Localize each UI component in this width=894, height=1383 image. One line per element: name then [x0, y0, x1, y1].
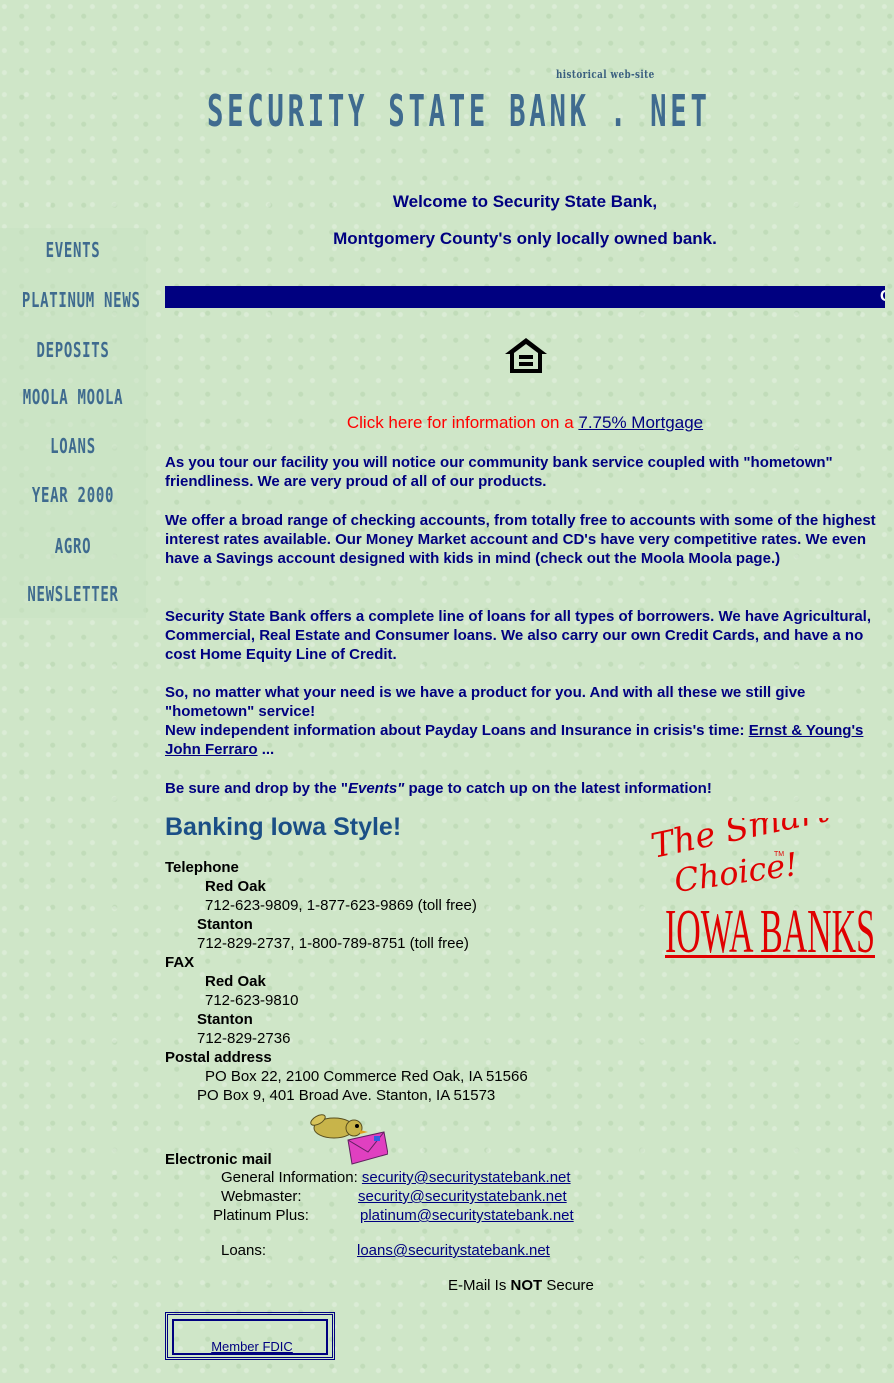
nav-item-deposits[interactable]: DEPOSITS [22, 338, 124, 362]
payday-text: New independent information about Payday… [165, 722, 749, 739]
email-webmaster-label: Webmaster: [221, 1188, 302, 1205]
site-logo: SECURITY STATE BANK . NET [207, 86, 711, 137]
email-label: Electronic mail [165, 1151, 272, 1168]
stanton-fax: 712-829-2736 [197, 1030, 291, 1047]
sidebar-nav: EVENTS PLATINUM NEWS DEPOSITS MOOLA MOOL… [0, 228, 146, 618]
email-general-link[interactable]: security@securitystatebank.net [362, 1169, 571, 1186]
postal-label: Postal address [165, 1049, 272, 1066]
iowa-banks-logo: The Smart Choice! TM IOWA BANKS [650, 818, 875, 966]
welcome-line-1: Welcome to Security State Bank, [392, 192, 658, 211]
nav-item-loans[interactable]: LOANS [22, 434, 124, 458]
nav-item-newsletter[interactable]: NEWSLETTER [22, 582, 124, 606]
nav-item-events[interactable]: EVENTS [22, 238, 124, 262]
payday-paragraph: New independent information about Payday… [165, 721, 887, 759]
payday-suffix: ... [257, 741, 275, 758]
events-paragraph: Be sure and drop by the "Events" page to… [165, 779, 887, 798]
service-paragraph: So, no matter what your need is we have … [165, 684, 806, 720]
telephone-label: Telephone [165, 859, 239, 876]
email-loans-label: Loans: [221, 1242, 267, 1259]
red-oak-fax: 712-623-9810 [205, 992, 299, 1009]
email-loans-row: loans@securitystatebank.net [357, 1242, 550, 1259]
secure-suffix: Secure [542, 1277, 594, 1294]
welcome-line-2: Montgomery County's only locally owned b… [333, 229, 717, 248]
secure-not: NOT [510, 1277, 543, 1294]
marquee-text: C [880, 288, 885, 306]
fax-label: FAX [165, 954, 195, 971]
red-oak-phone: 712-623-9809, 1-877-623-9869 (toll free) [205, 897, 477, 914]
site-tagline: historical web-site [556, 68, 655, 81]
loans-paragraph: Security State Bank offers a complete li… [165, 608, 872, 663]
red-oak-address: PO Box 22, 2100 Commerce Red Oak, IA 515… [205, 1068, 528, 1085]
email-loans-link[interactable]: loans@securitystatebank.net [357, 1242, 550, 1259]
nav-item-moola-moola[interactable]: MOOLA MOOLA [22, 385, 124, 409]
stanton-label: Stanton [197, 916, 253, 933]
member-fdic-link[interactable]: Member FDIC [168, 1339, 336, 1354]
stanton-phone: 712-829-2737, 1-800-789-8751 (toll free) [197, 935, 469, 952]
stanton-address: PO Box 9, 401 Broad Ave. Stanton, IA 515… [197, 1087, 496, 1104]
email-general-label: General Information: [221, 1169, 362, 1186]
fdic-box: Member FDIC [165, 1312, 335, 1360]
nav-item-platinum-news[interactable]: PLATINUM NEWS [22, 288, 140, 312]
nav-item-year-2000[interactable]: YEAR 2000 [22, 483, 124, 507]
news-marquee: C [165, 286, 885, 308]
iowa-logo-tm: TM [774, 851, 784, 858]
secure-prefix: E-Mail Is [448, 1277, 511, 1294]
intro-paragraph: As you tour our facility you will notice… [165, 454, 833, 490]
red-oak-fax-label: Red Oak [205, 973, 266, 990]
events-prefix: Be sure and drop by the " [165, 780, 348, 797]
email-platinum-label: Platinum Plus: [213, 1207, 309, 1224]
events-italic: Events" [347, 780, 405, 797]
accounts-paragraph: We offer a broad range of checking accou… [165, 512, 876, 567]
email-general-row: General Information: security@securityst… [221, 1169, 571, 1186]
email-webmaster-row: security@securitystatebank.net [358, 1188, 567, 1205]
red-oak-label: Red Oak [205, 878, 266, 895]
mortgage-link[interactable]: 7.75% Mortgage [578, 413, 703, 432]
stanton-fax-label: Stanton [197, 1011, 253, 1028]
nav-item-agro[interactable]: AGRO [22, 534, 124, 558]
equal-housing-icon [505, 338, 547, 373]
mortgage-promo: Click here for information on a 7.75% Mo… [165, 413, 885, 433]
email-platinum-row: platinum@securitystatebank.net [360, 1207, 574, 1224]
events-suffix: page to catch up on the latest informati… [404, 780, 712, 797]
email-platinum-link[interactable]: platinum@securitystatebank.net [360, 1207, 574, 1224]
mortgage-prefix: Click here for information on a [346, 413, 579, 432]
mail-bird-icon [310, 1114, 388, 1165]
email-webmaster-link[interactable]: security@securitystatebank.net [358, 1188, 567, 1205]
email-secure-notice: E-Mail Is NOT Secure [448, 1277, 594, 1294]
banking-heading: Banking Iowa Style! [165, 813, 402, 841]
